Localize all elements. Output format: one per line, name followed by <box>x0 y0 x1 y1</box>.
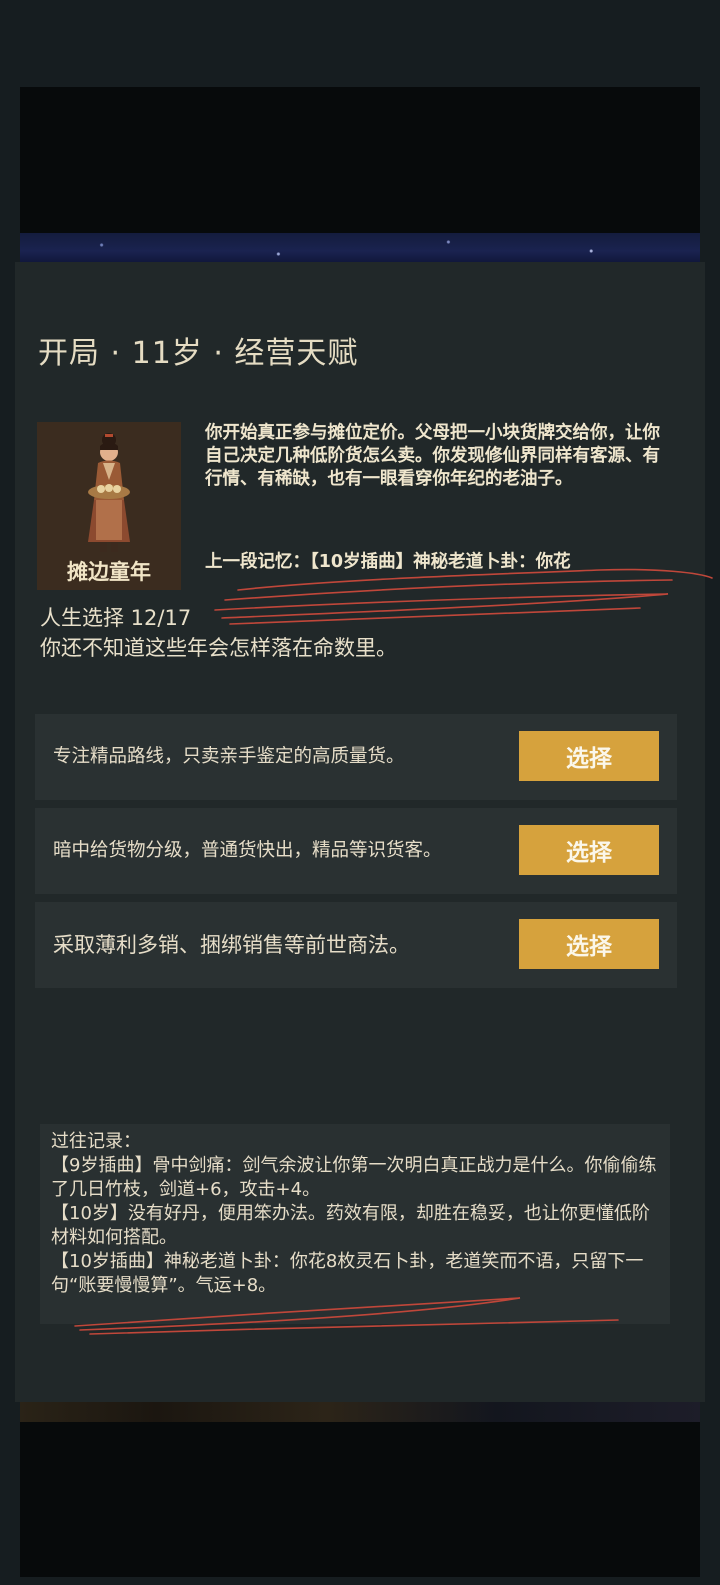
event-panel: 开局 · 11岁 · 经营天赋 摊边童年 你开始真正参与摊位定价。父母把一小块货… <box>15 262 705 1402</box>
chapter-title: 开局 · 11岁 · 经营天赋 <box>38 336 359 371</box>
choice-text-1: 专注精品路线，只卖亲手鉴定的高质量货。 <box>53 746 405 767</box>
select-button-3[interactable]: 选择 <box>519 919 659 969</box>
choice-text-3: 采取薄利多销、捆绑销售等前世商法。 <box>53 933 410 957</box>
select-button-2[interactable]: 选择 <box>519 825 659 875</box>
story-text: 你开始真正参与摊位定价。父母把一小块货牌交给你，让你自己决定几种低阶货怎么卖。你… <box>205 423 660 489</box>
history-log: 过往记录： 【9岁插曲】骨中剑痛：剑气余波让你第一次明白真正战力是什么。你偷偷练… <box>40 1124 670 1324</box>
choice-card-1: 专注精品路线，只卖亲手鉴定的高质量货。 选择 <box>35 714 677 800</box>
previous-memory: 上一段记忆：【10岁插曲】神秘老道卜卦：你花 <box>205 552 571 572</box>
history-entry: 【10岁插曲】神秘老道卜卦：你花8枚灵石卜卦，老道笑而不语，只留下一句“账要慢慢… <box>51 1251 644 1296</box>
history-entry: 【9岁插曲】骨中剑痛：剑气余波让你第一次明白真正战力是什么。你偷偷练了几日竹枝，… <box>51 1155 657 1200</box>
stage-card: 摊边童年 <box>37 422 181 590</box>
choice-card-2: 暗中给货物分级，普通货快出，精品等识货客。 选择 <box>35 808 677 894</box>
choice-card-3: 采取薄利多销、捆绑销售等前世商法。 选择 <box>35 902 677 988</box>
choice-text-2: 暗中给货物分级，普通货快出，精品等识货客。 <box>53 840 442 861</box>
starry-sky-banner <box>20 233 700 263</box>
stage-label: 摊边童年 <box>67 560 151 584</box>
scene-backdrop-strip <box>20 1402 700 1422</box>
select-button-1[interactable]: 选择 <box>519 731 659 781</box>
history-list: 【9岁插曲】骨中剑痛：剑气余波让你第一次明白真正战力是什么。你偷偷练了几日竹枝，… <box>51 1154 663 1298</box>
history-entry: 【10岁】没有好丹，便用笨办法。药效有限，却胜在稳妥，也让你更懂低阶材料如何搭配… <box>51 1203 650 1248</box>
fate-hint: 你还不知道这些年会怎样落在命数里。 <box>40 636 397 660</box>
history-heading: 过往记录： <box>51 1131 141 1152</box>
life-choice-progress: 人生选择 12/17 <box>40 606 192 630</box>
merchant-child-portrait-icon <box>88 433 130 552</box>
